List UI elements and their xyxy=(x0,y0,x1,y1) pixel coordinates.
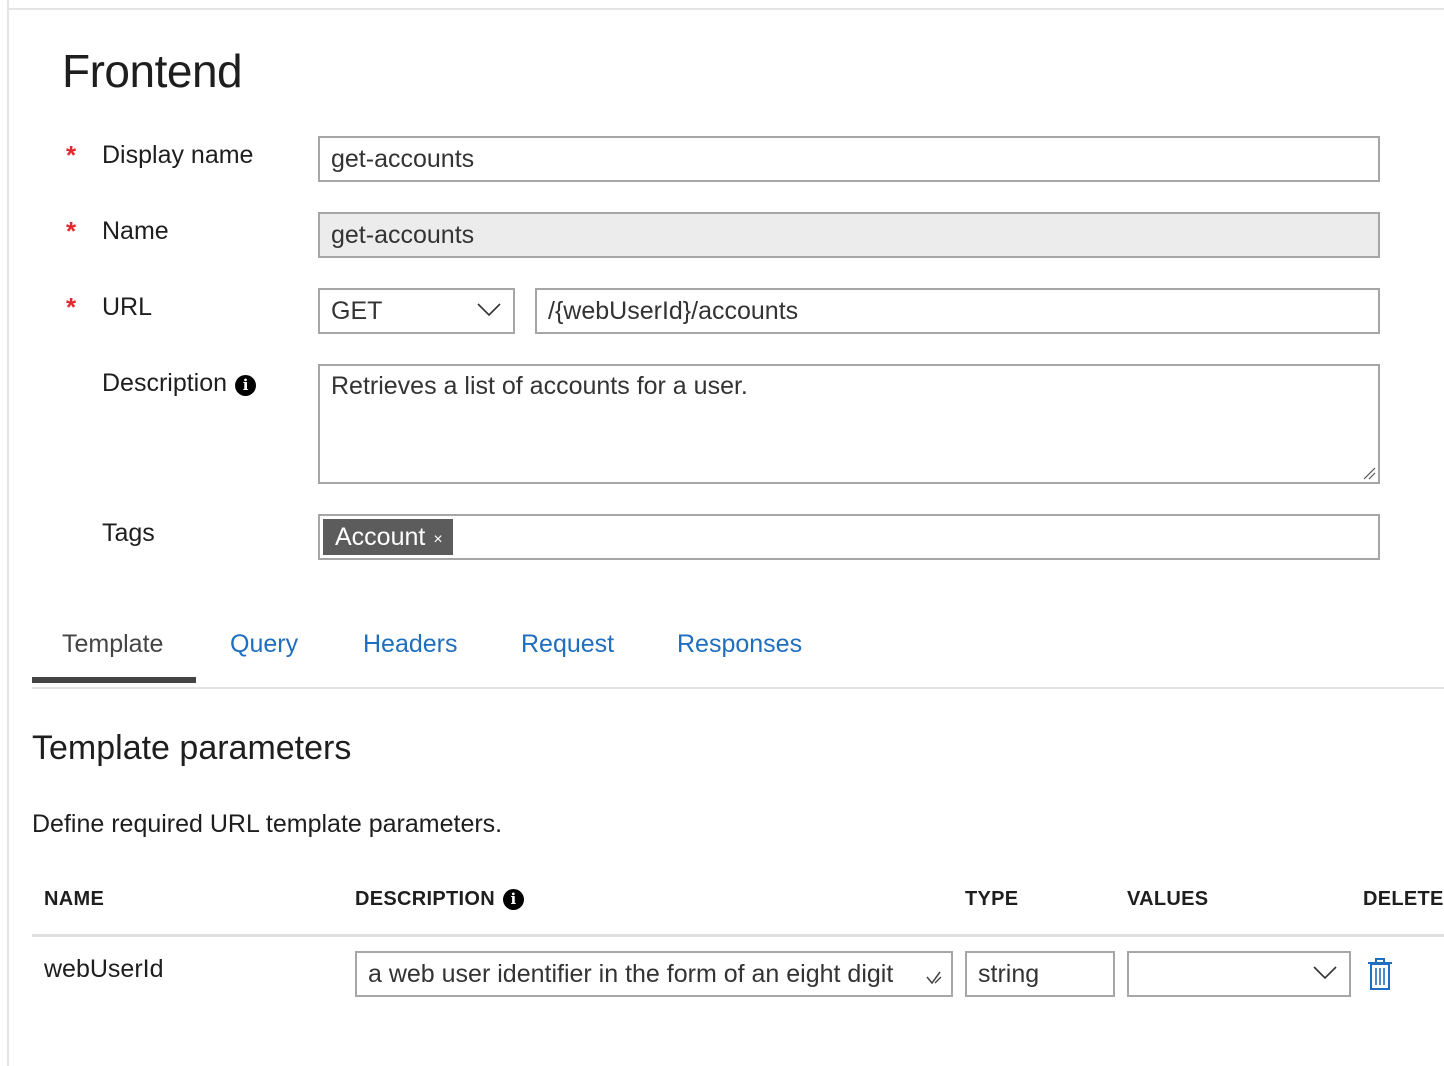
param-description-input[interactable]: a web user identifier in the form of an … xyxy=(355,951,953,997)
top-border xyxy=(9,8,1444,10)
param-values-select[interactable] xyxy=(1127,951,1351,997)
section-subtitle: Define required URL template parameters. xyxy=(32,810,503,838)
display-name-label: Display name xyxy=(102,141,254,169)
param-description-value: a web user identifier in the form of an … xyxy=(368,959,894,988)
column-header-description-wrap: DESCRIPTION i xyxy=(355,888,524,911)
name-value: get-accounts xyxy=(331,220,475,249)
info-icon: i xyxy=(235,375,257,396)
required-marker: * xyxy=(66,140,77,170)
column-header-type: TYPE xyxy=(965,888,1019,910)
required-marker: * xyxy=(66,216,77,246)
expand-edit-icon[interactable] xyxy=(925,969,943,987)
resize-grip-icon[interactable] xyxy=(1362,466,1376,480)
tag-label: Account xyxy=(335,523,426,551)
url-template-value: /{webUserId}/accounts xyxy=(548,296,799,325)
tab-query[interactable]: Query xyxy=(230,630,298,659)
param-name: webUserId xyxy=(44,955,164,983)
active-tab-indicator xyxy=(32,677,196,683)
tab-divider xyxy=(32,687,1444,689)
close-icon[interactable]: × xyxy=(433,522,442,558)
page-title: Frontend xyxy=(62,45,243,97)
url-label: URL xyxy=(102,293,153,321)
chevron-down-icon xyxy=(477,303,501,317)
param-type-value: string xyxy=(978,959,1040,988)
name-input: get-accounts xyxy=(318,212,1380,258)
description-textarea[interactable]: Retrieves a list of accounts for a user. xyxy=(318,364,1380,484)
description-label: Description xyxy=(102,369,228,397)
tab-responses[interactable]: Responses xyxy=(677,630,802,659)
tab-template[interactable]: Template xyxy=(62,630,163,659)
http-method-select[interactable]: GET xyxy=(318,288,515,334)
name-label: Name xyxy=(102,217,169,245)
column-header-delete: DELETE xyxy=(1363,888,1444,910)
description-label-wrap: Description i xyxy=(102,369,257,398)
display-name-value: get-accounts xyxy=(331,144,475,173)
page-frame: Frontend * Display name get-accounts * N… xyxy=(0,0,1444,1066)
tags-label: Tags xyxy=(102,519,155,547)
tab-headers[interactable]: Headers xyxy=(363,630,458,659)
left-border xyxy=(7,0,9,1066)
param-type-input[interactable]: string xyxy=(965,951,1115,997)
info-icon: i xyxy=(502,889,524,910)
chevron-down-icon xyxy=(1313,966,1337,980)
column-header-name: NAME xyxy=(44,888,105,910)
tab-request[interactable]: Request xyxy=(521,630,614,659)
table-header-divider xyxy=(32,934,1444,937)
column-header-description: DESCRIPTION xyxy=(355,888,495,910)
required-marker: * xyxy=(66,292,77,322)
http-method-value: GET xyxy=(331,296,383,325)
column-header-values: VALUES xyxy=(1127,888,1209,910)
url-template-input[interactable]: /{webUserId}/accounts xyxy=(535,288,1380,334)
section-title: Template parameters xyxy=(32,729,352,767)
display-name-input[interactable]: get-accounts xyxy=(318,136,1380,182)
tag-chip: Account × xyxy=(323,519,453,555)
trash-icon[interactable] xyxy=(1366,957,1394,991)
description-value: Retrieves a list of accounts for a user. xyxy=(331,372,748,400)
tags-input[interactable]: Account × xyxy=(318,514,1380,560)
tab-bar: Template Query Headers Request Responses xyxy=(32,610,1444,690)
